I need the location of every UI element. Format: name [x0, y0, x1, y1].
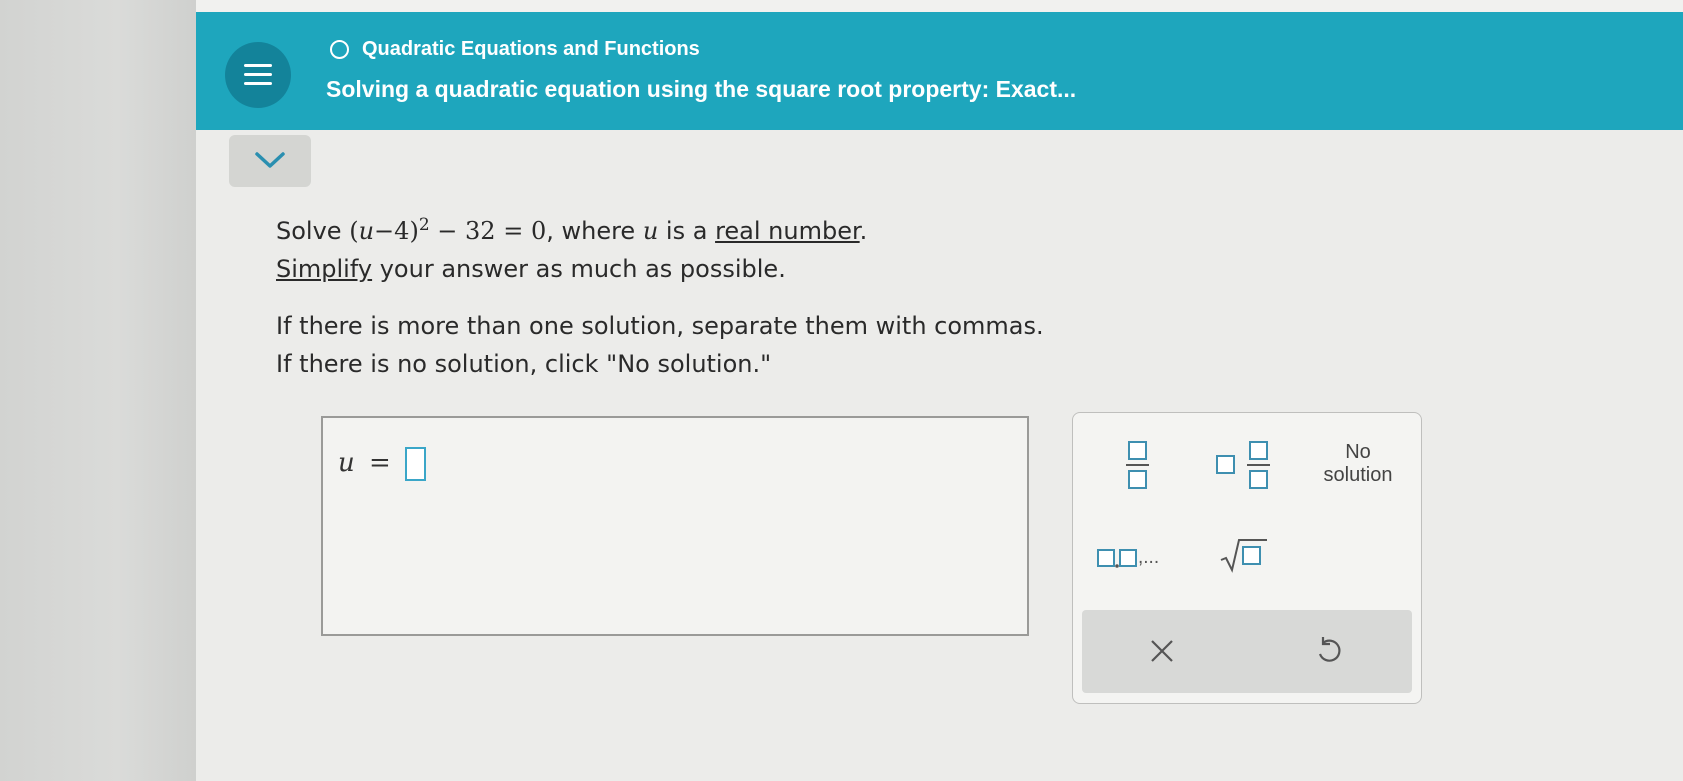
instruction-1: If there is more than one solution, sepa… — [276, 312, 1044, 340]
answer-box — [321, 416, 1029, 636]
undo-icon — [1318, 637, 1341, 662]
left-bezel — [0, 0, 196, 781]
chevron-down-icon — [255, 152, 285, 168]
problem-line-2: Simplify your answer as much as possible… — [276, 250, 1044, 288]
no-solution-button[interactable]: No solution — [1313, 441, 1403, 487]
problem-line-1: Solve (u−4)2 − 32 = 0, where u is a real… — [276, 206, 1044, 250]
hamburger-icon — [244, 64, 272, 67]
collapse-tab[interactable] — [229, 135, 311, 187]
mixed-number-button[interactable] — [1213, 436, 1273, 492]
no-solution-line-1: No — [1345, 441, 1371, 463]
clear-button[interactable] — [1147, 636, 1177, 666]
eq-exponent: 2 — [418, 215, 430, 235]
eq-minus: − — [374, 217, 395, 245]
list-dots: ,... — [1138, 547, 1160, 568]
undo-button[interactable] — [1314, 634, 1344, 668]
eq-zero: 0 — [530, 217, 547, 245]
answer-label: u = — [338, 448, 391, 478]
mixed-number-icon — [1216, 441, 1270, 489]
keypad-action-bar — [1082, 610, 1412, 693]
no-solution-line-2: solution — [1323, 464, 1393, 486]
period: . — [859, 217, 868, 245]
header-bar — [196, 12, 1683, 130]
menu-button[interactable] — [225, 42, 291, 108]
square-root-icon — [1220, 539, 1267, 573]
page-title: Solving a quadratic equation using the s… — [326, 76, 1077, 102]
topic-title: Quadratic Equations and Functions — [362, 38, 700, 60]
answer-equals: = — [369, 448, 391, 478]
where-var: u — [642, 217, 659, 245]
instruction-2: If there is no solution, click "No solut… — [276, 350, 772, 378]
progress-circle-icon — [330, 40, 349, 59]
top-strip — [196, 0, 1683, 12]
answer-var: u — [338, 448, 355, 478]
hamburger-bar — [244, 82, 272, 85]
hamburger-bar — [244, 73, 272, 76]
fraction-icon — [1126, 441, 1149, 489]
eq-minus-2: − — [429, 217, 466, 245]
square-root-button[interactable] — [1219, 536, 1269, 576]
where-text: , where — [546, 217, 643, 245]
eq-paren-close: ) — [409, 217, 419, 245]
is-a-text: is a — [658, 217, 716, 245]
eq-equals: = — [495, 217, 531, 245]
eq-constant: 32 — [465, 217, 496, 245]
list-button[interactable]: ,... — [1096, 546, 1176, 572]
eq-paren-open: ( — [349, 217, 359, 245]
eq-four: 4 — [394, 217, 410, 245]
problem-statement: Solve (u−4)2 − 32 = 0, where u is a real… — [276, 206, 1044, 383]
topic-row: Quadratic Equations and Functions — [330, 38, 700, 61]
fraction-button[interactable] — [1117, 436, 1157, 492]
list-icon — [1097, 549, 1137, 568]
simplify-rest: your answer as much as possible. — [372, 255, 786, 283]
real-number-link[interactable]: real number — [715, 217, 860, 245]
equation: (u−4)2 − 32 = 0 — [349, 215, 547, 245]
solve-word: Solve — [276, 217, 342, 245]
simplify-link[interactable]: Simplify — [276, 255, 372, 283]
answer-input[interactable] — [405, 447, 426, 481]
close-icon — [1151, 640, 1173, 662]
eq-var: u — [358, 217, 375, 245]
